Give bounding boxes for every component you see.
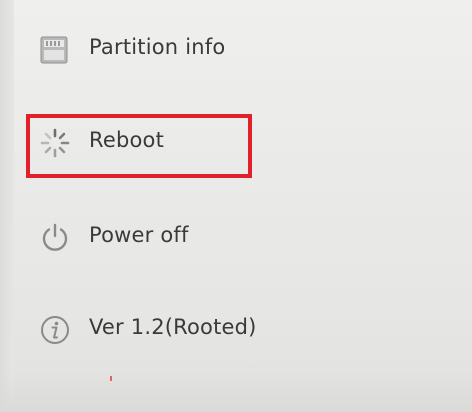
power-icon: [38, 221, 72, 255]
menu-item-label: Partition info: [89, 35, 226, 59]
menu-item-label: Reboot: [89, 128, 165, 152]
menu-item-power-off[interactable]: Power off: [0, 203, 472, 275]
menu-item-label: Power off: [89, 223, 189, 247]
info-icon: [38, 313, 72, 347]
menu-item-version[interactable]: Ver 1.2(Rooted): [0, 295, 472, 367]
reboot-spinner-icon: [38, 126, 72, 160]
menu-item-reboot[interactable]: Reboot: [0, 108, 472, 180]
recovery-menu-screen: Partition info Reboot Power off Ver 1.2(…: [0, 0, 472, 412]
menu-item-label: Ver 1.2(Rooted): [89, 315, 257, 339]
bottom-shade: [0, 372, 472, 412]
menu-item-partition-info[interactable]: Partition info: [0, 15, 472, 87]
red-mark: [110, 376, 112, 381]
sd-card-icon: [38, 33, 72, 67]
